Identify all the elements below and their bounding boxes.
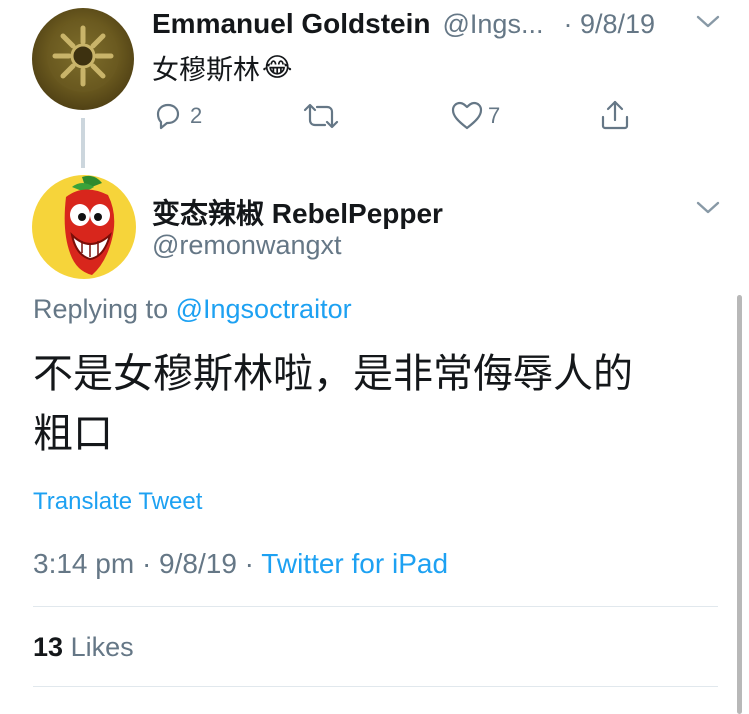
retweet-icon [303,103,339,129]
share-button[interactable] [598,98,632,132]
chili-pepper-mascot-icon [64,175,115,275]
reply-author-name[interactable]: 变态辣椒 RebelPepper [152,192,443,232]
parent-tweet-body: 女穆斯林 [152,55,260,85]
reply-tweet-text-line1: 不是女穆斯林啦，是非常侮辱人的 [33,352,633,396]
parent-author-name[interactable]: Emmanuel Goldstein [152,8,431,40]
thread-connector-line [81,118,85,168]
avatar-emmanuel-goldstein[interactable] [32,8,134,110]
parent-tweet-date[interactable]: · 9/8/19 [563,9,655,40]
translate-tweet-link[interactable]: Translate Tweet [33,488,202,516]
like-icon [451,101,483,130]
tweet-meta-line: 3:14 pm · 9/8/19 · Twitter for iPad [33,548,448,580]
avatar-rebelpepper[interactable] [32,175,136,279]
divider [33,606,718,607]
chevron-down-icon[interactable] [695,198,721,221]
reply-tweet-text: 不是女穆斯林啦，是非常侮辱人的 粗口 [33,344,633,464]
replying-to-label: Replying to [33,294,169,324]
reply-count: 2 [190,103,203,128]
replying-to-handle-link[interactable]: @Ingsoctraitor [176,294,352,324]
parent-author-handle[interactable]: @Ings... [443,9,544,40]
likes-stat[interactable]: 13 Likes [33,632,134,663]
tweet-source-link[interactable]: Twitter for iPad [261,548,448,579]
tweet-timestamp[interactable]: 3:14 pm · 9/8/19 · [33,548,254,579]
replying-to-line: Replying to @Ingsoctraitor [33,294,352,325]
parent-tweet-text: 女穆斯林 😂 [152,48,292,87]
parent-tweet-header: Emmanuel Goldstein @Ings... · 9/8/19 [152,8,655,40]
laughing-emoji-icon: 😂 [262,52,293,82]
likes-count: 13 [33,632,64,662]
reply-icon [156,103,180,130]
share-icon [601,100,629,130]
retweet-button[interactable] [302,100,340,132]
avatar-emblem-icon [47,20,119,92]
likes-label: Likes [70,632,134,662]
scrollbar[interactable] [737,295,742,714]
reply-button[interactable]: 2 [152,100,202,132]
reply-author-handle[interactable]: @remonwangxt [152,230,342,261]
divider [33,686,718,687]
like-count: 7 [488,103,501,128]
chevron-down-icon[interactable] [695,12,721,35]
like-button[interactable]: 7 [450,100,500,132]
reply-tweet-text-line2: 粗口 [33,412,113,456]
